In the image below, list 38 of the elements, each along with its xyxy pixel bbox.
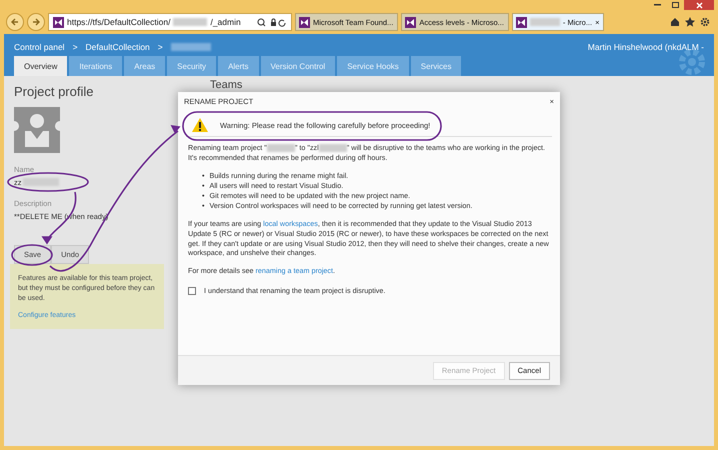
address-bar[interactable]: https://tfs/DefaultCollection/ /_admin	[48, 13, 292, 31]
user-name[interactable]: Martin Hinshelwood (nkdALM -	[588, 42, 704, 52]
breadcrumb-link[interactable]: Control panel	[14, 42, 65, 52]
settings-icon[interactable]	[700, 17, 710, 27]
breadcrumb-link[interactable]: DefaultCollection	[86, 42, 150, 52]
maximize-icon	[672, 2, 678, 8]
close-icon	[696, 2, 702, 8]
redacted-mark	[173, 18, 208, 26]
close-button[interactable]	[684, 0, 714, 10]
confirm-checkbox[interactable]	[188, 287, 196, 296]
redacted-mark	[170, 43, 211, 51]
highlight-ellipse	[11, 244, 53, 266]
nav-tab[interactable]: Services	[410, 56, 462, 76]
forward-arrow-icon	[31, 17, 41, 27]
section-title: Project profile	[14, 84, 94, 99]
forward-button[interactable]	[27, 13, 45, 31]
team-icon	[14, 107, 60, 153]
breadcrumb-separator: >	[158, 42, 163, 52]
breadcrumb-separator: >	[72, 42, 78, 52]
visual-studio-icon	[405, 16, 416, 28]
warning-icon	[192, 118, 208, 132]
nav-tab[interactable]: Areas	[124, 56, 166, 76]
visual-studio-icon	[53, 16, 64, 28]
nav-tab[interactable]: Service Hooks	[337, 56, 409, 76]
nav-tab[interactable]: Security	[167, 56, 216, 76]
nav-tab[interactable]: Version Control	[260, 56, 336, 76]
back-arrow-icon	[10, 17, 20, 27]
section-title: Teams	[210, 79, 244, 92]
redacted-mark	[22, 178, 58, 186]
visual-studio-icon	[516, 16, 527, 28]
back-button[interactable]	[6, 13, 24, 31]
home-icon[interactable]	[670, 17, 680, 27]
nav-tab[interactable]: Alerts	[218, 56, 259, 76]
star-icon[interactable]	[685, 17, 695, 27]
nav-tab[interactable]: Overview	[14, 56, 68, 76]
visual-studio-icon	[299, 16, 310, 28]
minimize-icon	[654, 4, 660, 6]
nav-tab[interactable]: Iterations	[69, 56, 122, 76]
